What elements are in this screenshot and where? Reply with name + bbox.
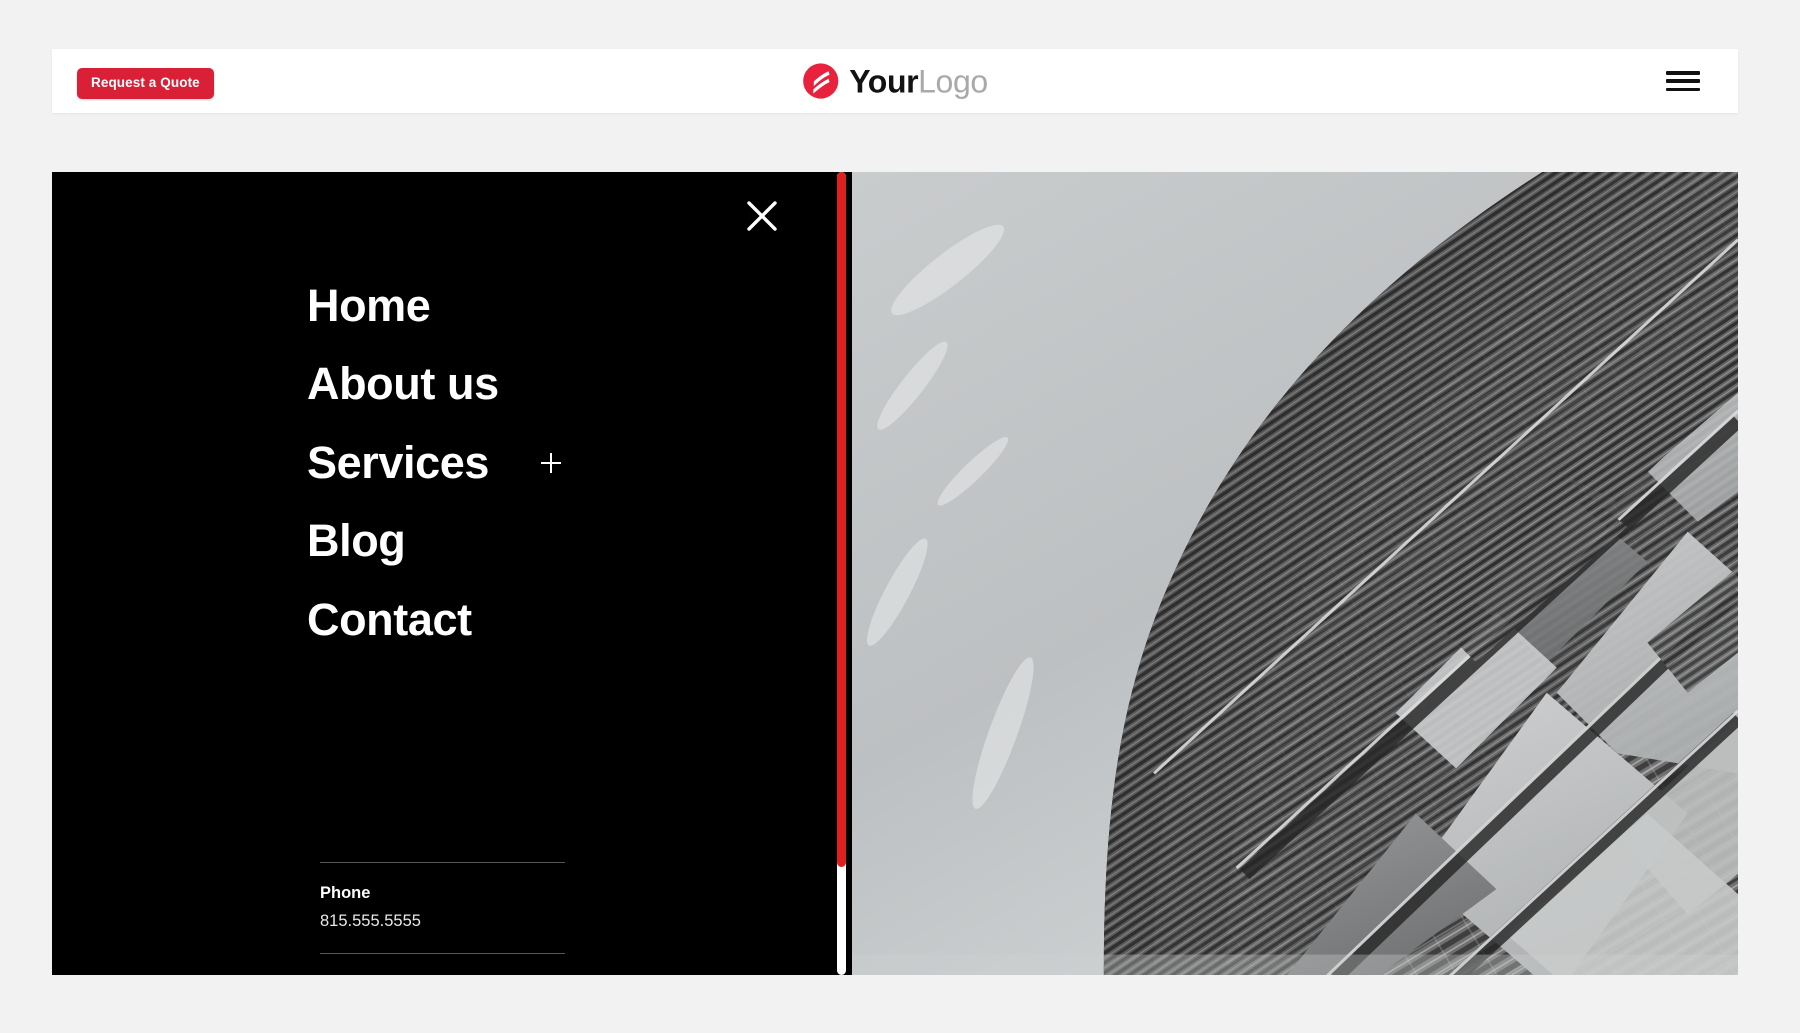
close-icon[interactable] (740, 194, 784, 238)
email-group: Email info@mycompany.com (320, 954, 565, 975)
brand-name-light: Logo (918, 63, 988, 99)
hamburger-bar-1 (1666, 71, 1700, 75)
brand-name-bold: Your (849, 63, 919, 99)
nav-item-blog[interactable]: Blog (307, 507, 727, 575)
plus-icon[interactable] (540, 452, 561, 473)
logo-swirl-icon (802, 63, 839, 100)
nav-item-about-us[interactable]: About us (307, 350, 727, 418)
nav-label-services: Services (307, 436, 489, 488)
nav-item-home[interactable]: Home (307, 272, 727, 340)
hamburger-bar-2 (1666, 79, 1700, 83)
content-area: Home About us Services Blog Contact Phon… (52, 172, 1738, 975)
page-viewport: Request a Quote YourLogo Home About us S… (0, 0, 1800, 1033)
panel-scroll-track[interactable] (837, 172, 846, 975)
hamburger-icon[interactable] (1666, 68, 1700, 94)
site-header: Request a Quote YourLogo (52, 49, 1738, 113)
main-navigation: Home About us Services Blog Contact (307, 272, 727, 664)
panel-scroll-thumb[interactable] (837, 172, 846, 867)
brand-text: YourLogo (849, 65, 988, 97)
nav-label-blog: Blog (307, 515, 406, 567)
hamburger-bar-3 (1666, 87, 1700, 91)
nav-label-home: Home (307, 280, 431, 331)
phone-group: Phone 815.555.5555 (320, 863, 565, 953)
request-a-quote-button[interactable]: Request a Quote (77, 68, 214, 99)
nav-label-contact: Contact (307, 593, 472, 645)
brand-logo[interactable]: YourLogo (802, 63, 988, 100)
nav-item-contact[interactable]: Contact (307, 586, 727, 654)
phone-label: Phone (320, 884, 371, 902)
nav-label-about-us: About us (307, 358, 499, 410)
nav-item-services[interactable]: Services (307, 429, 727, 497)
phone-value[interactable]: 815.555.5555 (320, 912, 565, 930)
hero-building-photo (852, 172, 1738, 975)
contact-info-block: Phone 815.555.5555 Email info@mycompany.… (320, 862, 565, 975)
menu-overlay-panel: Home About us Services Blog Contact Phon… (52, 172, 852, 975)
